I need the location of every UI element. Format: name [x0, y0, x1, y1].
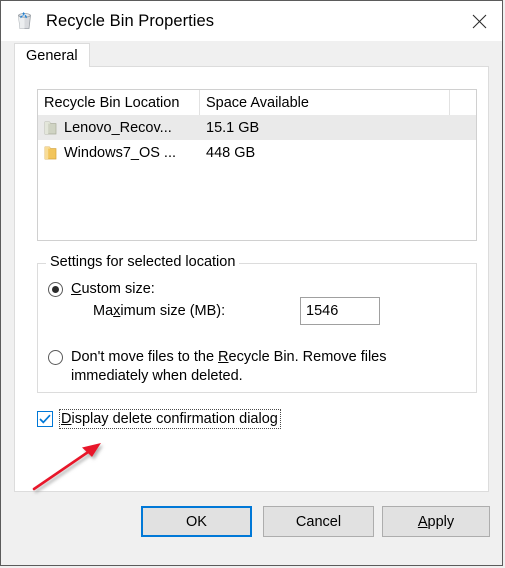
label-rest: ecycle Bin. Remove files — [228, 349, 387, 365]
settings-group: Settings for selected location Custom si… — [37, 254, 477, 393]
row-space-cell: 448 GB — [206, 144, 256, 161]
ok-button[interactable]: OK — [141, 506, 252, 537]
cancel-button[interactable]: Cancel — [263, 506, 374, 537]
ok-button-label: OK — [186, 513, 207, 530]
table-row[interactable]: Lenovo_Recov... 15.1 GB — [38, 115, 476, 140]
radio-custom-size-label: Custom size: — [71, 280, 155, 299]
recycle-bin-icon — [14, 10, 36, 32]
tab-general[interactable]: General — [14, 43, 90, 67]
accel-char: R — [218, 349, 229, 365]
row-location-cell: Lenovo_Recov... — [38, 120, 200, 136]
radio-dont-move-files-mark — [48, 350, 63, 365]
column-header-space[interactable]: Space Available — [200, 90, 450, 115]
close-icon[interactable] — [456, 1, 502, 41]
row-location-text: Lenovo_Recov... — [64, 119, 172, 136]
label-rest: imum size (MB): — [120, 303, 226, 319]
label-line2: immediately when deleted. — [71, 368, 243, 384]
apply-button-label: Apply — [418, 514, 454, 530]
radio-custom-size-mark — [48, 282, 63, 297]
tab-strip: General — [14, 43, 502, 67]
maximum-size-label: Maximum size (MB): — [93, 303, 225, 319]
row-space-cell: 15.1 GB — [206, 119, 260, 136]
column-header-location[interactable]: Recycle Bin Location — [38, 90, 200, 115]
radio-custom-size[interactable]: Custom size: — [48, 280, 155, 299]
radio-dont-move-files-label: Don't move files to the Recycle Bin. Rem… — [71, 348, 386, 386]
label-pre: Ma — [93, 303, 114, 319]
checkbox-display-delete-confirmation[interactable]: Display delete confirmation dialog — [37, 409, 281, 429]
row-location-cell: Windows7_OS ... — [38, 145, 200, 161]
label-rest: isplay delete confirmation dialog — [71, 411, 278, 427]
row-location-text: Windows7_OS ... — [64, 144, 177, 161]
checkbox-label: Display delete confirmation dialog — [59, 409, 281, 429]
settings-group-legend: Settings for selected location — [46, 254, 240, 270]
recycle-bin-properties-dialog: Recycle Bin Properties General Recycle B… — [0, 0, 503, 566]
tab-page-general: Recycle Bin Location Space Available Len… — [14, 66, 489, 492]
accel-char: A — [417, 513, 428, 530]
list-header: Recycle Bin Location Space Available — [38, 90, 476, 115]
cancel-button-label: Cancel — [295, 513, 342, 530]
radio-dont-move-files[interactable]: Don't move files to the Recycle Bin. Rem… — [48, 348, 448, 386]
checkbox-mark — [37, 411, 53, 427]
label-rest: ustom size: — [81, 281, 155, 297]
accel-char: D — [61, 411, 72, 427]
drive-icon-green — [44, 120, 57, 136]
table-row[interactable]: Windows7_OS ... 448 GB — [38, 140, 476, 165]
tab-general-label: General — [26, 47, 78, 64]
label-pre: Don't move files to the — [71, 349, 219, 365]
drive-icon-yellow — [44, 145, 57, 161]
accel-char: C — [71, 281, 82, 297]
title-bar: Recycle Bin Properties — [1, 1, 502, 41]
label-rest: pply — [427, 513, 455, 530]
recycle-bin-location-list[interactable]: Recycle Bin Location Space Available Len… — [37, 89, 477, 241]
apply-button[interactable]: Apply — [382, 506, 490, 537]
window-title: Recycle Bin Properties — [46, 11, 215, 30]
dialog-footer: OK Cancel Apply — [1, 492, 502, 565]
maximum-size-input[interactable] — [300, 297, 380, 325]
